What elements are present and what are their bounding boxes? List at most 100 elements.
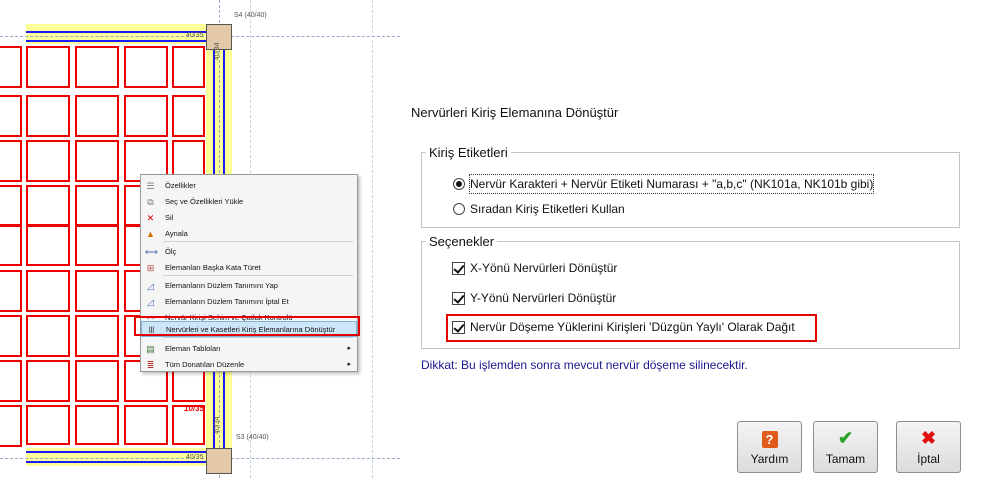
column-label-top: S4 (40/40) (234, 12, 267, 19)
rib-cell (26, 95, 70, 137)
grid-line-v2 (372, 0, 373, 478)
context-menu: ☰ Özellikler ⧉ Seç ve Özellikleri Yükle ✕ Sil… (140, 174, 358, 372)
context-menu-item[interactable]: ⧉ Seç ve Özellikleri Yükle (141, 194, 357, 210)
rib-cell (75, 315, 119, 357)
rib-cell (75, 185, 119, 227)
context-menu-item-label: Elemanların Düzlem Tanımını Yap (165, 281, 278, 290)
rib-cell (172, 95, 205, 137)
checkbox-x-ribs[interactable] (452, 262, 465, 275)
radio-ordinary-labels[interactable] (453, 203, 465, 215)
rib-cell (172, 46, 205, 88)
rib-cell (124, 46, 168, 88)
context-menu-separator (163, 275, 353, 276)
context-menu-item[interactable]: ≣ Tüm Donatıları Düzenle ▸ (141, 357, 357, 373)
context-menu-item[interactable]: ◿ Elemanların Düzlem Tanımını Yap (141, 278, 357, 294)
help-button[interactable]: ? Yardım (737, 421, 802, 473)
context-menu-item-label: Özellikler (165, 181, 196, 190)
close-icon: ✖ (920, 428, 937, 448)
rib-cell (26, 224, 70, 266)
rib-cell (0, 140, 22, 182)
group-options-title: Seçenekler (426, 234, 498, 249)
beam-label-vertical: 40/34 (214, 42, 221, 60)
checkbox-x-ribs-label[interactable]: X-Yönü Nervürleri Dönüştür (470, 259, 617, 277)
submenu-arrow-icon: ▸ (347, 345, 351, 352)
group-beam-labels-title: Kiriş Etiketleri (426, 145, 511, 160)
checkbox-y-ribs-label[interactable]: Y-Yönü Nervürleri Dönüştür (470, 289, 616, 307)
beam-label-bottom: 40/35 (186, 454, 204, 461)
rib-cell (26, 140, 70, 182)
rib-cell (26, 360, 70, 402)
rib-cell (75, 140, 119, 182)
rib-cell (0, 185, 22, 227)
context-menu-item-label: Elemanların Düzlem Tanımını İptal Et (165, 297, 289, 306)
rib-cell (0, 95, 22, 137)
radio-rib-character-label[interactable]: Nervür Karakteri + Nervür Etiketi Numara… (468, 174, 875, 194)
ok-button[interactable]: ✔ Tamam (813, 421, 878, 473)
context-menu-item-label: Sil (165, 213, 174, 222)
context-menu-item[interactable]: ✕ Sil (141, 210, 357, 226)
table-icon: ▤ (146, 344, 155, 354)
rib-cell (0, 270, 22, 312)
rib-cell (124, 95, 168, 137)
checkbox-y-ribs[interactable] (452, 292, 465, 305)
plane-cancel-icon: ◿ (147, 297, 154, 307)
beam-label-top: 40/35 (186, 32, 204, 39)
context-menu-item[interactable]: ◿ Elemanların Düzlem Tanımını İptal Et (141, 294, 357, 310)
rib-cell (26, 185, 70, 227)
rib-cell (26, 315, 70, 357)
beam-line-bottom-2 (26, 461, 226, 463)
cad-drawing-area[interactable]: S4 (40/40) S3 (40/40) 40/35 40/35 40/34 … (0, 0, 400, 478)
context-menu-item[interactable]: ⟷ Ölç (141, 244, 357, 260)
context-menu-item[interactable]: ⊞ Elemanları Başka Kata Türet (141, 260, 357, 276)
context-menu-item[interactable]: ☰ Özellikler (141, 178, 357, 194)
copy-floor-icon: ⊞ (146, 263, 155, 273)
uniform-load-highlight-box (446, 314, 817, 342)
mirror-icon: ▲ (146, 229, 155, 239)
context-menu-item-label: Elemanları Başka Kata Türet (165, 263, 261, 272)
select-load-icon: ⧉ (147, 197, 154, 207)
rib-cell (26, 46, 70, 88)
rebar-icon: ≣ (146, 360, 155, 370)
rib-cell (0, 315, 22, 357)
rib-cell (26, 405, 70, 445)
context-menu-item-label: Eleman Tabloları (165, 344, 221, 353)
cancel-button[interactable]: ✖ İptal (896, 421, 961, 473)
context-menu-item[interactable]: ▤ Eleman Tabloları ▸ (141, 341, 357, 357)
radio-ordinary-labels-label[interactable]: Sıradan Kiriş Etiketleri Kullan (470, 200, 625, 218)
measure-icon: ⟷ (145, 247, 158, 257)
rib-cell (26, 270, 70, 312)
cancel-button-label: İptal (917, 452, 940, 466)
column-label-bottom: S3 (40/40) (236, 434, 269, 441)
properties-icon: ☰ (146, 181, 155, 191)
rib-cell (124, 405, 168, 445)
context-menu-item-label: Seç ve Özellikleri Yükle (165, 197, 244, 206)
rib-cell (75, 270, 119, 312)
column-bottom[interactable] (206, 448, 232, 474)
rib-cell (0, 46, 22, 88)
plane-define-icon: ◿ (147, 281, 154, 291)
rib-cell (75, 46, 119, 88)
rib-cell (75, 224, 119, 266)
beam-label-vertical-bottom: 40/34 (214, 416, 221, 434)
context-menu-highlight-box (134, 316, 360, 336)
context-menu-separator (163, 337, 353, 338)
rib-cell (0, 405, 22, 447)
radio-rib-character[interactable] (453, 178, 465, 190)
context-menu-item-label: Aynala (165, 229, 188, 238)
ok-button-label: Tamam (825, 452, 866, 466)
context-menu-item-label: Tüm Donatıları Düzenle (165, 360, 245, 369)
context-menu-item-label: Ölç (165, 247, 177, 256)
dialog-title: Nervürleri Kiriş Elemanına Dönüştür (411, 105, 619, 120)
beam-line-bottom-1 (26, 451, 226, 453)
help-button-label: Yardım (750, 452, 789, 466)
context-menu-item[interactable]: ▲ Aynala (141, 226, 357, 242)
help-icon: ? (738, 428, 801, 448)
submenu-arrow-icon: ▸ (347, 361, 351, 368)
delete-icon: ✕ (146, 213, 155, 223)
context-menu-separator (163, 241, 353, 242)
rib-cell (0, 360, 22, 402)
rib-cell (0, 224, 22, 266)
checkmark-icon: ✔ (837, 428, 854, 448)
rib-cell (75, 360, 119, 402)
rib-cell (75, 405, 119, 445)
